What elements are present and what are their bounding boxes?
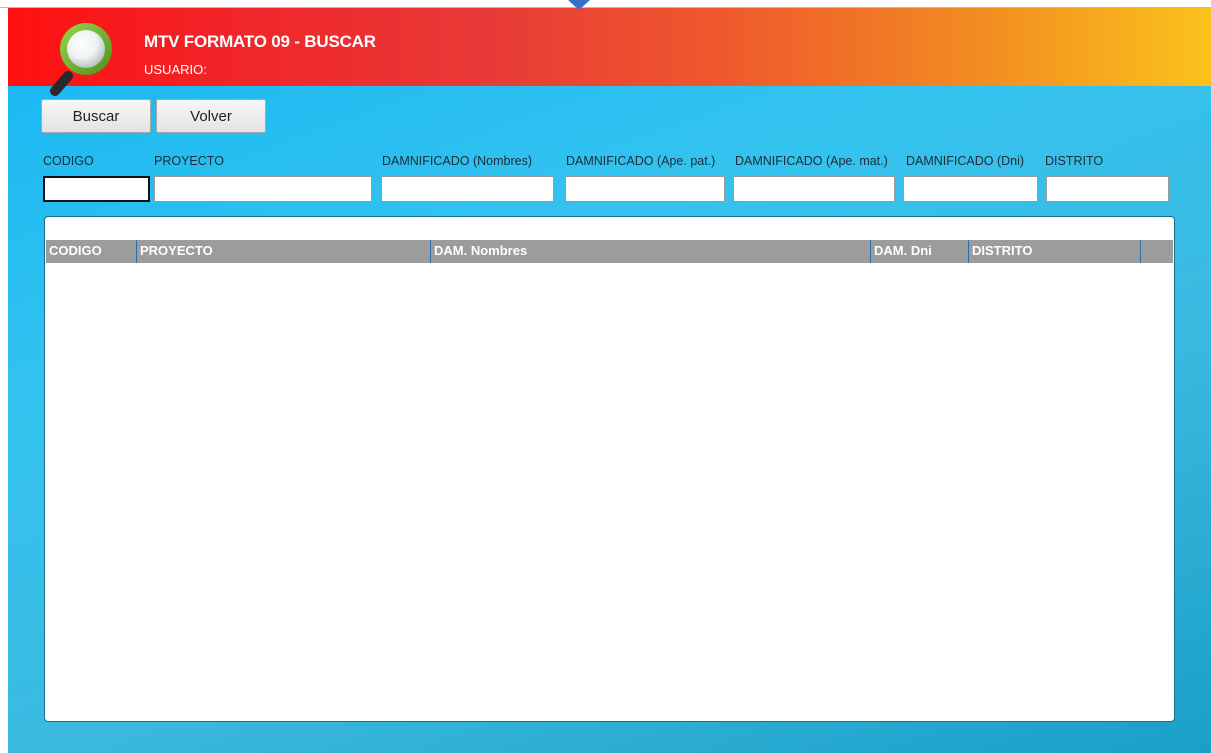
damnificado-dni-input[interactable] [903, 176, 1038, 202]
damnificado-ape-pat-input[interactable] [565, 176, 725, 202]
proyecto-input[interactable] [154, 176, 372, 202]
codigo-input[interactable] [43, 176, 150, 202]
proyecto-label: PROYECTO [154, 154, 224, 168]
results-grid: CODIGO PROYECTO DAM. Nombres DAM. Dni DI… [44, 216, 1175, 722]
page-title: MTV FORMATO 09 - BUSCAR [144, 32, 376, 51]
buscar-button[interactable]: Buscar [41, 99, 151, 133]
damnificado-nombres-input[interactable] [381, 176, 554, 202]
app-window: MTV FORMATO 09 - BUSCAR USUARIO: Buscar … [8, 8, 1211, 753]
damnificado-nombres-label: DAMNIFICADO (Nombres) [382, 154, 533, 168]
user-label: USUARIO: [144, 62, 207, 77]
column-header-distrito[interactable]: DISTRITO [968, 240, 1140, 263]
column-header-proyecto[interactable]: PROYECTO [136, 240, 430, 263]
column-header-dam-nombres[interactable]: DAM. Nombres [430, 240, 870, 263]
damnificado-ape-pat-label: DAMNIFICADO (Ape. pat.) [566, 154, 716, 168]
grid-header: CODIGO PROYECTO DAM. Nombres DAM. Dni DI… [46, 240, 1173, 263]
volver-button[interactable]: Volver [156, 99, 266, 133]
column-header-extra [1140, 240, 1173, 263]
top-strip [0, 0, 1211, 8]
dropdown-marker-icon [568, 0, 590, 10]
damnificado-dni-label: DAMNIFICADO (Dni) [906, 154, 1025, 168]
column-header-dam-dni[interactable]: DAM. Dni [870, 240, 968, 263]
damnificado-ape-mat-input[interactable] [733, 176, 895, 202]
distrito-input[interactable] [1046, 176, 1169, 202]
distrito-label: DISTRITO [1045, 154, 1104, 168]
column-header-codigo[interactable]: CODIGO [46, 240, 136, 263]
page-header: MTV FORMATO 09 - BUSCAR USUARIO: [8, 8, 1211, 96]
damnificado-ape-mat-label: DAMNIFICADO (Ape. mat.) [735, 154, 888, 168]
codigo-label: CODIGO [43, 154, 94, 168]
search-magnifier-icon [50, 23, 112, 96]
